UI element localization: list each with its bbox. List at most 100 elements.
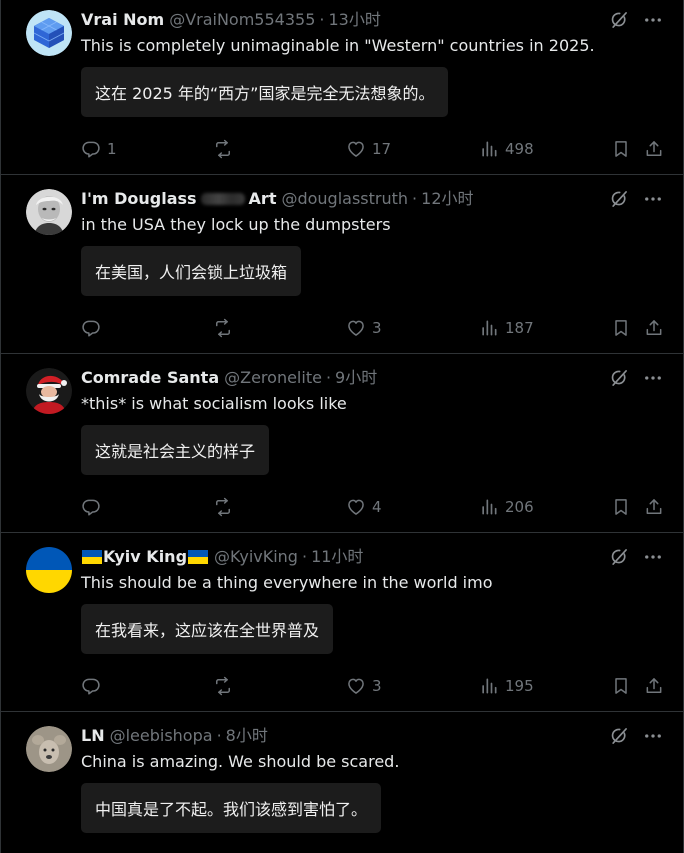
share-icon — [644, 676, 664, 696]
repost-icon — [213, 139, 233, 159]
bookmark-button[interactable] — [611, 138, 631, 160]
bookmark-button[interactable] — [611, 317, 631, 339]
display-name[interactable]: I'm Douglass Art — [81, 189, 276, 209]
views-button[interactable]: 195 — [479, 675, 534, 697]
share-button[interactable] — [644, 138, 664, 160]
avatar[interactable] — [26, 726, 72, 772]
repost-button[interactable] — [213, 496, 233, 518]
tweet-header: Kyiv King @KyivKing · 11小时 — [81, 547, 363, 567]
heart-icon — [346, 139, 366, 159]
repost-icon — [213, 676, 233, 696]
display-name-prefix: I'm Douglass — [81, 189, 197, 208]
user-handle[interactable]: @leebishopa — [110, 726, 213, 746]
user-handle[interactable]: @douglasstruth — [281, 189, 408, 209]
display-name[interactable]: LN — [81, 726, 105, 746]
separator-dot: · — [412, 189, 418, 208]
bookmark-icon — [611, 676, 631, 696]
timestamp[interactable]: 11小时 — [311, 547, 363, 567]
avatar[interactable] — [26, 189, 72, 235]
views-button[interactable]: 498 — [479, 138, 534, 160]
user-handle[interactable]: @Zeronelite — [224, 368, 322, 388]
tweet[interactable]: Vrai Nom @VraiNom554355 · 13小时 This is c… — [1, 0, 683, 175]
more-icon[interactable] — [643, 368, 663, 388]
view-count: 498 — [505, 140, 534, 158]
share-button[interactable] — [644, 496, 664, 518]
heart-icon — [346, 318, 366, 338]
timestamp[interactable]: 9小时 — [335, 368, 377, 388]
avatar[interactable] — [26, 10, 72, 56]
ukraine-flag-icon — [82, 550, 102, 564]
translation-box: 在我看来，这应该在全世界普及 — [81, 604, 334, 654]
timestamp[interactable]: 12小时 — [421, 189, 473, 209]
grok-icon[interactable] — [609, 10, 629, 30]
like-button[interactable]: 3 — [346, 675, 382, 697]
views-icon — [479, 139, 499, 159]
timestamp[interactable]: 13小时 — [328, 10, 380, 30]
grok-icon[interactable] — [609, 189, 629, 209]
reply-button[interactable]: 1 — [81, 138, 117, 160]
tweet-text: in the USA they lock up the dumpsters — [81, 215, 391, 234]
share-icon — [644, 318, 664, 338]
like-button[interactable]: 17 — [346, 138, 391, 160]
display-name[interactable]: Kyiv King — [81, 547, 209, 567]
repost-button[interactable] — [213, 317, 233, 339]
separator-dot: · — [319, 10, 325, 29]
translation-text: 在美国，人们会锁上垃圾箱 — [95, 263, 288, 282]
bookmark-button[interactable] — [611, 675, 631, 697]
like-button[interactable]: 4 — [346, 496, 382, 518]
tweet[interactable]: LN @leebishopa · 8小时 China is amazing. W… — [1, 712, 683, 853]
display-name[interactable]: Comrade Santa — [81, 368, 219, 388]
avatar[interactable] — [26, 368, 72, 414]
share-button[interactable] — [644, 675, 664, 697]
repost-button[interactable] — [213, 675, 233, 697]
display-name-suffix: Art — [248, 189, 277, 208]
views-icon — [479, 497, 499, 517]
more-icon[interactable] — [643, 189, 663, 209]
tweet[interactable]: Comrade Santa @Zeronelite · 9小时 *this* i… — [1, 354, 683, 533]
reply-button[interactable] — [81, 317, 101, 339]
separator-dot: · — [301, 547, 308, 566]
like-count: 4 — [372, 498, 382, 516]
translation-box: 这就是社会主义的样子 — [81, 425, 270, 475]
reply-button[interactable] — [81, 675, 101, 697]
timestamp[interactable]: 8小时 — [226, 726, 268, 746]
grok-icon[interactable] — [609, 368, 629, 388]
tweet-text: This should be a thing everywhere in the… — [81, 573, 493, 592]
tweet-text: *this* is what socialism looks like — [81, 394, 347, 413]
grok-icon[interactable] — [609, 726, 629, 746]
action-bar: 1 17 498 — [81, 138, 663, 160]
user-handle[interactable]: @VraiNom554355 — [169, 10, 315, 30]
bookmark-button[interactable] — [611, 496, 631, 518]
share-button[interactable] — [644, 317, 664, 339]
reply-count: 1 — [107, 140, 117, 158]
views-button[interactable]: 206 — [479, 496, 534, 518]
bookmark-icon — [611, 497, 631, 517]
repost-icon — [213, 318, 233, 338]
tweet[interactable]: Kyiv King @KyivKing · 11小时 This should b… — [1, 533, 683, 712]
display-name[interactable]: Vrai Nom — [81, 10, 164, 30]
translation-text: 在我看来，这应该在全世界普及 — [95, 621, 320, 640]
user-handle[interactable]: @KyivKing — [214, 547, 298, 567]
bookmark-icon — [611, 139, 631, 159]
reply-icon — [81, 676, 101, 696]
like-button[interactable]: 3 — [346, 317, 382, 339]
views-icon — [479, 318, 499, 338]
separator-dot: · — [325, 368, 332, 387]
reply-icon — [81, 318, 101, 338]
grok-icon[interactable] — [609, 547, 629, 567]
translation-box: 中国真是了不起。我们该感到害怕了。 — [81, 783, 382, 833]
views-button[interactable]: 187 — [479, 317, 534, 339]
ukraine-flag-icon — [188, 550, 209, 564]
translation-text: 中国真是了不起。我们该感到害怕了。 — [95, 800, 368, 819]
reply-button[interactable] — [81, 496, 101, 518]
tweet[interactable]: I'm Douglass Art @douglasstruth · 12小时 i… — [1, 175, 683, 354]
more-icon[interactable] — [643, 10, 663, 30]
display-name-text: Kyiv King — [103, 547, 188, 566]
avatar[interactable] — [26, 547, 72, 593]
repost-icon — [213, 497, 233, 517]
more-icon[interactable] — [643, 547, 663, 567]
more-icon[interactable] — [643, 726, 663, 746]
repost-button[interactable] — [213, 138, 233, 160]
translation-text: 这就是社会主义的样子 — [95, 442, 256, 461]
tweet-text: China is amazing. We should be scared. — [81, 752, 400, 771]
